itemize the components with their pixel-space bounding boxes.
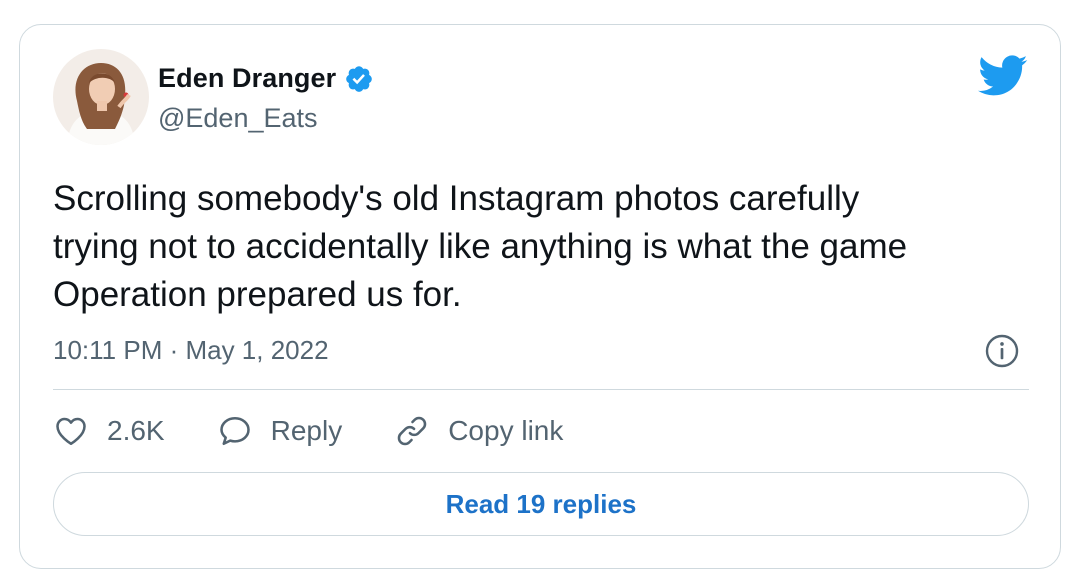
verified-badge-icon xyxy=(346,65,373,92)
tweet-card: Eden Dranger @Eden_Eats Scrolling somebo… xyxy=(19,24,1061,569)
twitter-bird-icon[interactable] xyxy=(978,55,1028,97)
divider xyxy=(53,389,1029,390)
heart-icon xyxy=(56,417,86,446)
reply-button[interactable]: Reply xyxy=(217,413,343,449)
tweet-timestamp[interactable]: 10:11 PM · May 1, 2022 xyxy=(53,335,329,366)
like-count: 2.6K xyxy=(107,415,165,446)
read-replies-button[interactable]: Read 19 replies xyxy=(53,472,1029,536)
tweet-actions: 2.6K Reply Copy link xyxy=(53,413,615,449)
like-button[interactable]: 2.6K xyxy=(53,413,165,449)
link-icon xyxy=(397,416,427,446)
tweet-text: Scrolling somebody's old Instagram photo… xyxy=(53,179,908,314)
author-name-row[interactable]: Eden Dranger xyxy=(158,63,374,94)
author-display-name[interactable]: Eden Dranger xyxy=(158,63,336,94)
avatar-image xyxy=(53,49,149,145)
speech-bubble-icon xyxy=(219,416,250,446)
copy-link-label: Copy link xyxy=(448,415,564,446)
info-icon[interactable] xyxy=(984,333,1020,369)
avatar[interactable] xyxy=(53,49,149,145)
copy-link-button[interactable]: Copy link xyxy=(394,413,563,449)
reply-label: Reply xyxy=(270,415,343,446)
author-handle[interactable]: @Eden_Eats xyxy=(158,103,318,134)
